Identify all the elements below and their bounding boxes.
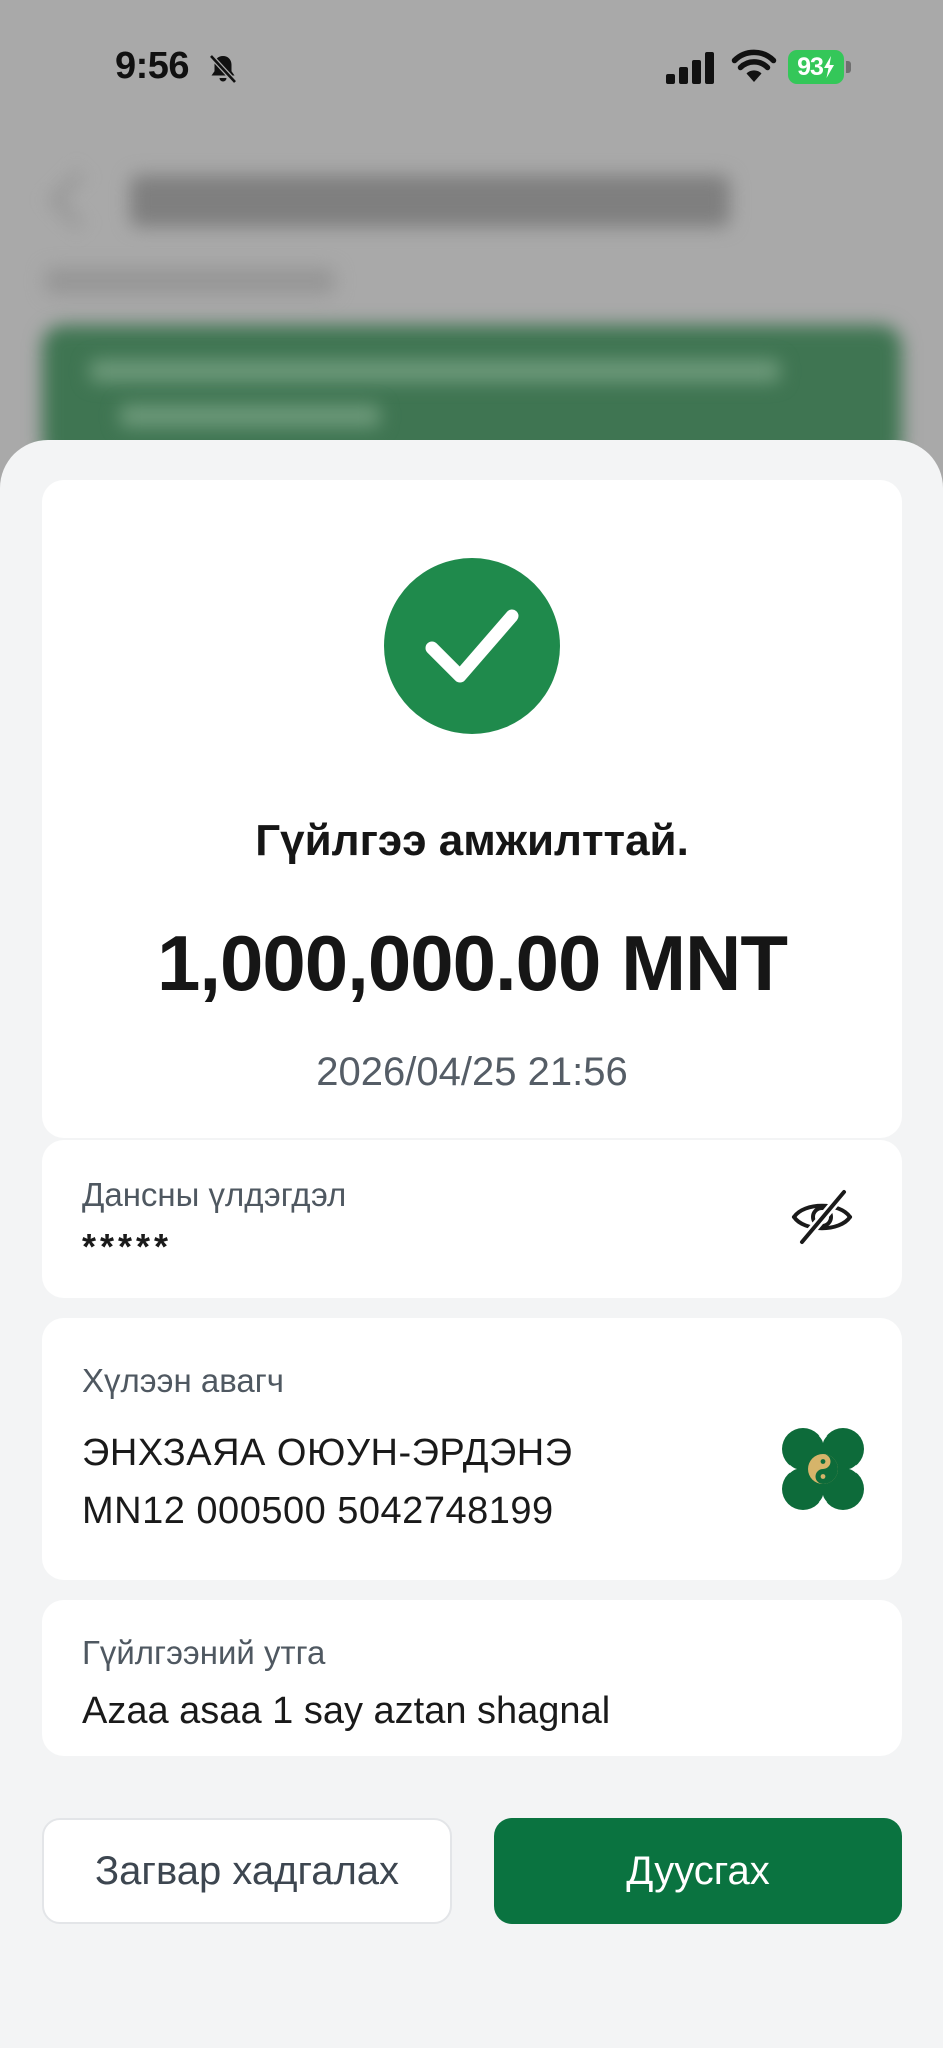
status-bar: 9:56 93: [0, 0, 943, 140]
battery-percent: 93: [797, 52, 824, 81]
success-badge: [384, 558, 560, 734]
check-icon: [425, 609, 519, 683]
description-card: Гүйлгээний утга Azaa asaa 1 say aztan sh…: [42, 1600, 902, 1756]
recipient-name: ЭНХЗАЯА ОЮУН-ЭРДЭНЭ: [82, 1432, 573, 1474]
transaction-result-sheet: Гүйлгээ амжилттай. 1,000,000.00 MNT 2026…: [0, 440, 943, 2048]
battery-indicator: 93: [788, 50, 851, 84]
transaction-amount: 1,000,000.00 MNT: [156, 919, 788, 1007]
status-time: 9:56: [115, 45, 190, 87]
bank-logo-icon: [782, 1428, 864, 1510]
bell-slash-icon: [209, 54, 237, 84]
save-template-button[interactable]: Загвар хадгалах: [42, 1818, 452, 1924]
finish-button[interactable]: Дуусгах: [494, 1818, 902, 1924]
balance-card: Дансны үлдэгдэл *****: [42, 1140, 902, 1298]
signal-icon: [666, 52, 714, 84]
battery-charging-icon: [823, 56, 834, 78]
success-card: Гүйлгээ амжилттай. 1,000,000.00 MNT 2026…: [42, 480, 902, 1138]
background-subtitle: [45, 268, 335, 294]
battery-cap: [846, 61, 851, 73]
eye-off-icon[interactable]: [790, 1188, 854, 1246]
background-title: [130, 175, 730, 227]
background-back-arrow: [49, 171, 107, 229]
balance-label: Дансны үлдэгдэл: [82, 1176, 347, 1213]
description-label: Гүйлгээний утга: [82, 1634, 326, 1671]
recipient-account: MN12 000500 5042748199: [82, 1490, 554, 1532]
recipient-label: Хүлээн авагч: [82, 1362, 284, 1399]
balance-value: *****: [82, 1226, 173, 1267]
background-banner-text-2: [120, 405, 380, 427]
wifi-icon: [731, 49, 777, 82]
success-title: Гүйлгээ амжилттай.: [255, 816, 689, 865]
transaction-datetime: 2026/04/25 21:56: [316, 1050, 628, 1094]
battery-level: 93: [788, 50, 844, 84]
recipient-card: Хүлээн авагч ЭНХЗАЯА ОЮУН-ЭРДЭНЭ MN12 00…: [42, 1318, 902, 1580]
background-banner-text: [90, 360, 780, 382]
description-value: Azaa asaa 1 say aztan shagnal: [82, 1690, 611, 1732]
